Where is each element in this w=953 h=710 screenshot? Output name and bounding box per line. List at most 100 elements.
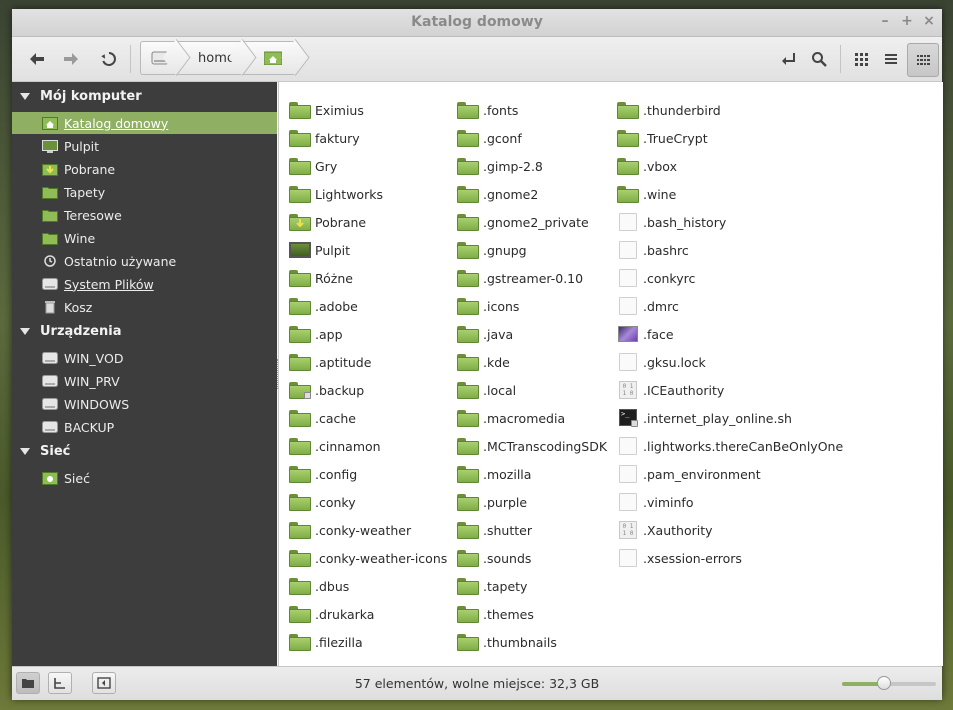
sidebar-item[interactable]: WIN_VOD [12, 347, 277, 369]
sidebar-item[interactable]: Pulpit [12, 135, 277, 157]
sidebar-item[interactable]: Wine [12, 227, 277, 249]
sidebar-item[interactable]: Sieć [12, 467, 277, 489]
folder-icon [289, 438, 311, 455]
file-item[interactable]: .conky-weather-icons [289, 547, 447, 569]
file-item[interactable]: 0 11 0 .Xauthority [617, 519, 713, 541]
file-item[interactable]: .cache [289, 407, 356, 429]
file-item[interactable]: .MCTranscodingSDK [457, 435, 607, 457]
file-item[interactable]: .bash_history [617, 211, 726, 233]
file-item[interactable]: .viminfo [617, 491, 693, 513]
compact-view-button[interactable] [907, 43, 939, 77]
zoom-slider[interactable] [842, 676, 936, 690]
file-item[interactable]: .config [289, 463, 357, 485]
file-item[interactable]: .icons [457, 295, 519, 317]
sidebar-item-label: WIN_PRV [64, 373, 120, 389]
file-item[interactable]: .gksu.lock [617, 351, 706, 373]
search-button[interactable] [806, 47, 832, 71]
file-item[interactable]: .filezilla [289, 631, 363, 653]
text-file-icon [619, 297, 637, 315]
file-item[interactable]: .backup [289, 379, 364, 401]
file-item[interactable]: .conky [289, 491, 356, 513]
close-button[interactable]: × [922, 12, 936, 30]
titlebar[interactable]: Katalog domowy – + × [12, 9, 942, 37]
file-item[interactable]: faktury [289, 127, 360, 149]
sidebar-item[interactable]: Kosz [12, 296, 277, 318]
sidebar-item[interactable]: Tapety [12, 181, 277, 203]
file-item[interactable]: .dmrc [617, 295, 679, 317]
file-item[interactable]: .themes [457, 603, 534, 625]
sidebar-item[interactable]: Ostatnio używane [12, 250, 277, 272]
file-item[interactable]: .face [617, 323, 674, 345]
file-item[interactable]: Gry [289, 155, 337, 177]
image-file-icon [618, 326, 638, 342]
drive-icon [42, 397, 58, 411]
sidebar-section-header[interactable]: Mój komputer [20, 89, 142, 104]
breadcrumb-root[interactable] [140, 41, 177, 75]
desktop-icon [42, 139, 58, 153]
text-file-icon [619, 437, 637, 455]
forward-button[interactable] [58, 47, 84, 71]
file-item[interactable]: >_ .internet_play_online.sh [617, 407, 792, 429]
file-item[interactable]: .TrueCrypt [617, 127, 708, 149]
file-item[interactable]: .gnupg [457, 239, 527, 261]
file-item[interactable]: .xsession-errors [617, 547, 742, 569]
sidebar-item[interactable]: Teresowe [12, 204, 277, 226]
file-name: faktury [315, 130, 360, 146]
sidebar-item[interactable]: BACKUP [12, 416, 277, 438]
file-item[interactable]: Lightworks [289, 183, 383, 205]
file-item[interactable]: .sounds [457, 547, 531, 569]
file-item[interactable]: .dbus [289, 575, 349, 597]
file-item[interactable]: .cinnamon [289, 435, 381, 457]
file-item[interactable]: .mozilla [457, 463, 531, 485]
maximize-button[interactable]: + [900, 12, 914, 30]
file-item[interactable]: .app [289, 323, 343, 345]
file-item[interactable]: .local [457, 379, 516, 401]
file-item[interactable]: .conky-weather [289, 519, 411, 541]
sidebar-item[interactable]: WIN_PRV [12, 370, 277, 392]
file-item[interactable]: .aptitude [289, 351, 371, 373]
file-item[interactable]: 0 11 0 .ICEauthority [617, 379, 724, 401]
file-item[interactable]: .lightworks.thereCanBeOnlyOne [617, 435, 843, 457]
sidebar-item[interactable]: Pobrane [12, 158, 277, 180]
sidebar-item[interactable]: System Plików [12, 273, 277, 295]
file-item[interactable]: .bashrc [617, 239, 689, 261]
minimize-button[interactable]: – [878, 12, 892, 30]
icon-view-button[interactable] [848, 47, 874, 71]
file-item[interactable]: .macromedia [457, 407, 565, 429]
back-button[interactable] [24, 47, 50, 71]
file-item[interactable]: .fonts [457, 99, 518, 121]
file-item[interactable]: .purple [457, 491, 527, 513]
sidebar-item[interactable]: Katalog domowy [12, 112, 277, 134]
file-item[interactable]: .thunderbird [617, 99, 721, 121]
reload-button[interactable] [96, 47, 122, 71]
sidebar-section-header[interactable]: Sieć [20, 444, 70, 459]
file-item[interactable]: .gstreamer-0.10 [457, 267, 583, 289]
file-item[interactable]: .vbox [617, 155, 677, 177]
location-toggle-button[interactable] [776, 47, 802, 71]
sidebar-item[interactable]: WINDOWS [12, 393, 277, 415]
file-item[interactable]: Pobrane [289, 211, 366, 233]
file-item[interactable]: .gconf [457, 127, 522, 149]
file-item[interactable]: .gimp-2.8 [457, 155, 543, 177]
file-item[interactable]: .tapety [457, 575, 527, 597]
file-name: Lightworks [315, 186, 383, 202]
file-name: .thumbnails [483, 634, 557, 650]
file-item[interactable]: .pam_environment [617, 463, 761, 485]
file-item[interactable]: .drukarka [289, 603, 374, 625]
file-item[interactable]: .java [457, 323, 513, 345]
list-view-button[interactable] [878, 47, 904, 71]
file-item[interactable]: .gnome2_private [457, 211, 589, 233]
file-item[interactable]: .conkyrc [617, 267, 695, 289]
file-item[interactable]: Pulpit [289, 239, 350, 261]
file-item[interactable]: .thumbnails [457, 631, 557, 653]
file-name: .purple [483, 494, 528, 510]
file-item[interactable]: .wine [617, 183, 676, 205]
file-item[interactable]: .shutter [457, 519, 532, 541]
file-list[interactable]: Eximius faktury Gry Lightworks Pobrane Pulpit… [278, 82, 943, 666]
sidebar-section-header[interactable]: Urządzenia [20, 324, 121, 339]
file-item[interactable]: Różne [289, 267, 353, 289]
file-item[interactable]: .kde [457, 351, 510, 373]
file-item[interactable]: .adobe [289, 295, 358, 317]
file-item[interactable]: Eximius [289, 99, 364, 121]
file-item[interactable]: .gnome2 [457, 183, 538, 205]
